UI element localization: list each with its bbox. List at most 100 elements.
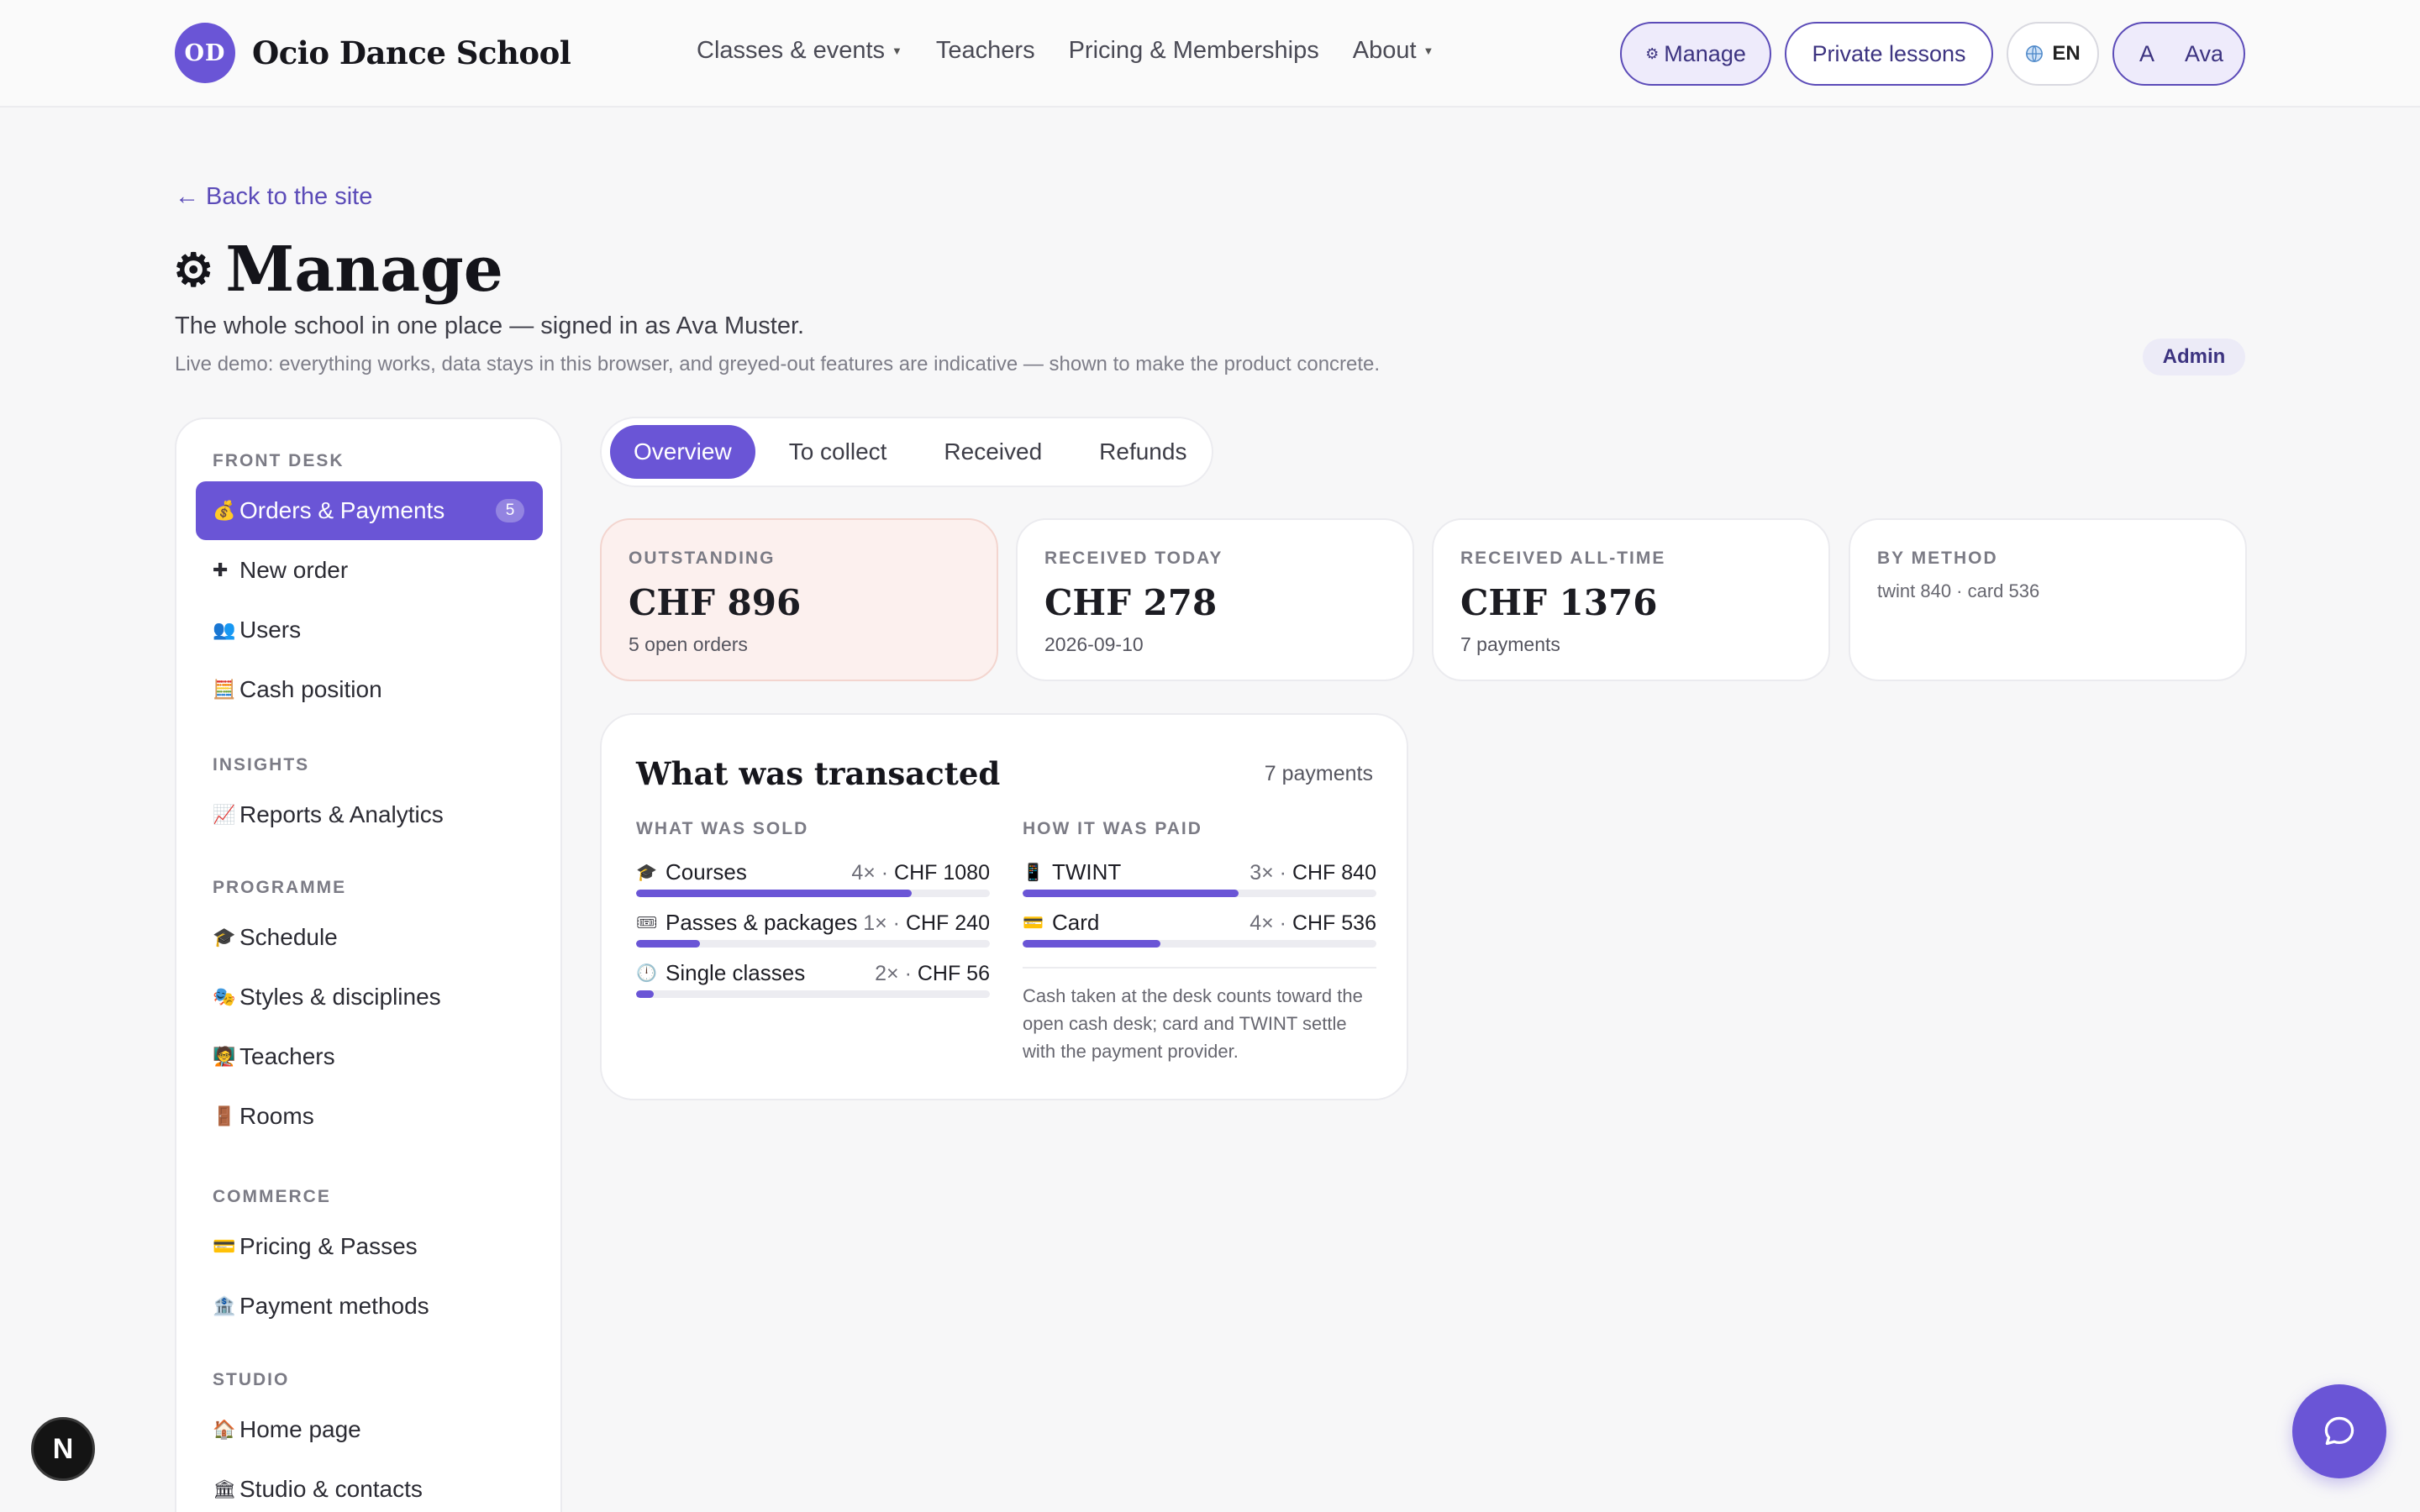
language-switcher[interactable]: EN — [2007, 22, 2099, 86]
logo[interactable]: OD — [175, 23, 235, 83]
sidebar-item-label: Pricing & Passes — [239, 1233, 418, 1259]
stat-label: OUTSTANDING — [629, 549, 776, 568]
chat-bubble-icon — [2324, 1416, 2354, 1446]
sold-column: WHAT WAS SOLD 🎓 Courses 4× · CHF 1080 🎟 Pass… — [636, 819, 990, 1002]
card-icon: 💳 — [213, 1236, 236, 1257]
share-bar-fill — [636, 890, 913, 897]
row-total: CHF 1080 — [894, 861, 990, 885]
nav-item-classes-events[interactable]: Classes & events ▼ — [697, 37, 902, 65]
sidebar-item-reports-analytics[interactable]: 📈 Reports & Analytics — [196, 785, 543, 844]
sidebar-item-teachers[interactable]: 🧑‍🏫 Teachers — [196, 1027, 543, 1086]
sidebar-item-rooms[interactable]: 🚪 Rooms — [196, 1087, 543, 1146]
abacus-icon: 🧮 — [213, 679, 236, 700]
sidebar-item-studio-contacts[interactable]: 🏛 Studio & contacts — [196, 1460, 543, 1512]
stat-value: CHF 278 — [1044, 582, 1218, 623]
page-title: ⚙ Manage — [173, 234, 503, 306]
tab-overview[interactable]: Overview — [610, 425, 755, 479]
row-amount: 4× · CHF 1080 — [851, 861, 990, 885]
stat-by-method: BY METHOD twint 840 · card 536 — [1849, 518, 2247, 681]
sidebar-item-styles-disciplines[interactable]: 🎭 Styles & disciplines — [196, 968, 543, 1026]
sidebar-item-label: Home page — [239, 1416, 361, 1442]
sidebar-item-schedule[interactable]: 🎓 Schedule — [196, 908, 543, 967]
stat-value: CHF 1376 — [1460, 582, 1658, 623]
sold-row: 🕛 Single classes 2× · CHF 56 — [636, 952, 990, 1002]
sidebar-item-payment-methods[interactable]: 🏦 Payment methods — [196, 1277, 543, 1336]
sidebar-item-cash-position[interactable]: 🧮 Cash position — [196, 660, 543, 719]
row-amount: 1× · CHF 240 — [863, 911, 990, 936]
gear-icon: ⚙ — [1645, 45, 1660, 62]
stat-outstanding: OUTSTANDING CHF 896 5 open orders — [600, 518, 998, 681]
stat-label: RECEIVED ALL-TIME — [1460, 549, 1666, 568]
row-amount: 4× · CHF 536 — [1249, 911, 1376, 936]
stat-received-all-time: RECEIVED ALL-TIME CHF 1376 7 payments — [1432, 518, 1830, 681]
manage-button[interactable]: ⚙ Manage — [1620, 22, 1771, 86]
row-name: 🎟 Passes & packages — [636, 910, 857, 936]
row-total: CHF 240 — [905, 911, 990, 935]
phone-icon: 📱 — [1023, 864, 1044, 882]
chart-icon: 📈 — [213, 804, 236, 825]
language-label: EN — [2052, 42, 2081, 65]
nextjs-dev-badge[interactable]: N — [31, 1417, 95, 1481]
user-menu-button[interactable]: A Ava — [2112, 22, 2245, 86]
brand-name[interactable]: Ocio Dance School — [252, 34, 571, 71]
nav-label: Pricing & Memberships — [1068, 37, 1319, 64]
separator: · — [898, 962, 918, 985]
transacted-title: What was transacted — [636, 755, 1001, 792]
plus-icon: ✚ — [213, 559, 229, 580]
sidebar-section-label: FRONT DESK — [213, 451, 345, 470]
tab-received[interactable]: Received — [920, 425, 1065, 479]
private-lessons-button[interactable]: Private lessons — [1785, 22, 1993, 86]
share-bar — [1023, 940, 1376, 948]
clock-icon: 🕛 — [636, 964, 657, 983]
stat-sub: 2026-09-10 — [1044, 633, 1144, 655]
sidebar-item-home-page[interactable]: 🏠 Home page — [196, 1400, 543, 1459]
row-quantity: 1× — [863, 911, 887, 935]
main-nav: Classes & events ▼ Teachers Pricing & Membe… — [697, 37, 1467, 65]
row-name: 💳 Card — [1023, 910, 1099, 936]
sidebar-item-label: Payment methods — [239, 1293, 429, 1319]
sidebar-section-label: PROGRAMME — [213, 878, 347, 897]
manage-sidebar: FRONT DESK 💰 Orders & Payments 5 ✚ New order 👥… — [175, 417, 562, 1512]
row-quantity: 2× — [875, 962, 899, 985]
stat-sub: 5 open orders — [629, 633, 748, 655]
sidebar-section-label: STUDIO — [213, 1370, 290, 1389]
nav-item-pricing-memberships[interactable]: Pricing & Memberships — [1069, 37, 1319, 65]
row-label: Passes & packages — [666, 910, 858, 935]
user-name: Ava — [2184, 40, 2223, 66]
stat-label: RECEIVED TODAY — [1044, 549, 1223, 568]
nav-item-teachers[interactable]: Teachers — [936, 37, 1035, 65]
share-bar — [636, 990, 990, 998]
row-name: 🎓 Courses — [636, 859, 747, 885]
cash-note: Cash taken at the desk counts toward the… — [1023, 985, 1363, 1062]
sidebar-item-orders-payments[interactable]: 💰 Orders & Payments 5 — [196, 481, 543, 540]
nav-item-about[interactable]: About ▼ — [1353, 37, 1434, 65]
sidebar-item-new-order[interactable]: ✚ New order — [196, 541, 543, 600]
sidebar-item-users[interactable]: 👥 Users — [196, 601, 543, 659]
teacher-icon: 🧑‍🏫 — [213, 1046, 236, 1067]
role-badge: Admin — [2143, 339, 2245, 375]
chat-button[interactable] — [2292, 1384, 2386, 1478]
stat-sub: 7 payments — [1460, 633, 1560, 655]
row-label: Single classes — [666, 960, 806, 985]
row-label: Card — [1052, 910, 1100, 935]
house-icon: 🏠 — [213, 1419, 236, 1440]
manage-label: Manage — [1664, 40, 1746, 66]
row-quantity: 3× — [1249, 861, 1274, 885]
tab-refunds[interactable]: Refunds — [1076, 425, 1210, 479]
divider — [1023, 967, 1376, 969]
transacted-count: 7 payments — [1264, 762, 1373, 785]
user-initial: A — [2139, 40, 2155, 66]
back-to-site-link[interactable]: ← Back to the site — [175, 183, 372, 211]
paid-row: 💳 Card 4× · CHF 536 — [1023, 901, 1376, 952]
sidebar-item-pricing-passes[interactable]: 💳 Pricing & Passes — [196, 1217, 543, 1276]
row-quantity: 4× — [1249, 911, 1274, 935]
share-bar-fill — [1023, 940, 1161, 948]
stat-value: CHF 896 — [629, 582, 802, 623]
users-icon: 👥 — [213, 619, 236, 640]
share-bar — [1023, 890, 1376, 897]
sidebar-item-label: Cash position — [239, 676, 382, 702]
money-bag-icon: 💰 — [213, 500, 236, 521]
stat-received-today: RECEIVED TODAY CHF 278 2026-09-10 — [1016, 518, 1414, 681]
tab-to-collect[interactable]: To collect — [765, 425, 911, 479]
brand[interactable]: OD Ocio Dance School — [175, 23, 571, 83]
